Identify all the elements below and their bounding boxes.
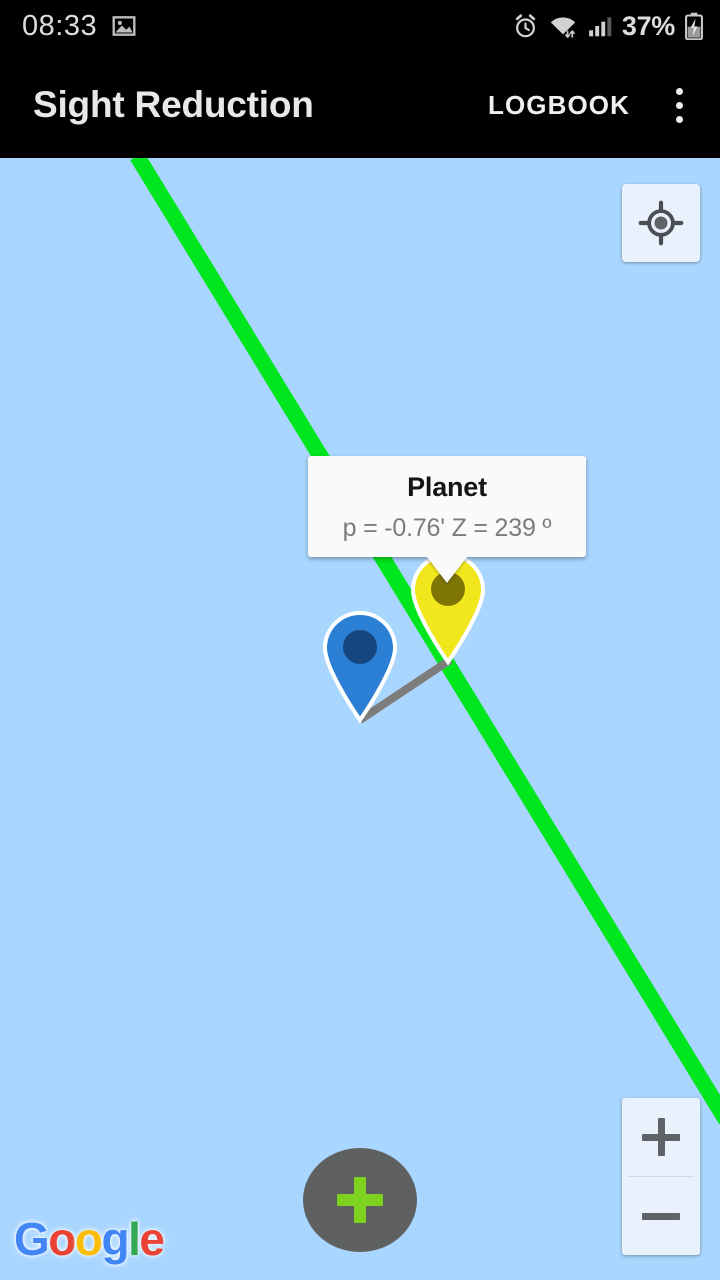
- map-canvas[interactable]: Planet p = -0.76' Z = 239 º Google: [0, 158, 720, 1280]
- overflow-dot-1: [675, 87, 683, 95]
- info-window-subtitle: p = -0.76' Z = 239 º: [342, 514, 552, 543]
- google-letter-2: o: [74, 1213, 103, 1265]
- status-bar-left: 08:33: [22, 10, 137, 43]
- status-bar: 08:33 37%: [0, 0, 720, 52]
- overflow-dot-2: [675, 101, 683, 109]
- zoom-controls: [622, 1098, 700, 1255]
- map-overlay-graphics: [130, 158, 720, 1125]
- google-letter-0: G: [14, 1213, 50, 1265]
- signal-icon: [589, 17, 612, 37]
- add-sight-button[interactable]: [303, 1148, 417, 1252]
- my-location-icon: [638, 200, 684, 246]
- alarm-icon: [515, 13, 536, 37]
- image-icon: [112, 16, 136, 36]
- line-of-position: [130, 158, 720, 1125]
- google-attribution-logo: Google: [14, 1212, 165, 1266]
- plus-icon: [337, 1177, 383, 1223]
- info-window-title: Planet: [407, 472, 487, 502]
- wifi-icon: [550, 16, 576, 38]
- phone-screen: 08:33 37% Sight Reduction LOGBOOK Planet…: [0, 0, 720, 1280]
- overflow-menu-icon[interactable]: [648, 74, 710, 136]
- google-letter-3: g: [101, 1213, 130, 1265]
- overflow-dot-3: [675, 115, 683, 123]
- status-bar-right: 37%: [512, 11, 704, 42]
- app-bar: Sight Reduction LOGBOOK: [0, 52, 720, 158]
- google-letter-5: e: [139, 1213, 165, 1265]
- my-location-button[interactable]: [622, 184, 700, 262]
- info-window-tail: [427, 557, 467, 584]
- battery-percent-label: 37%: [621, 10, 675, 41]
- google-letter-4: l: [128, 1213, 141, 1265]
- logbook-button[interactable]: LOGBOOK: [470, 76, 648, 135]
- zoom-out-button[interactable]: [622, 1177, 700, 1255]
- google-letter-1: o: [48, 1213, 76, 1265]
- page-title: Sight Reduction: [33, 84, 314, 125]
- app-bar-actions: LOGBOOK: [470, 74, 720, 136]
- zoom-in-button[interactable]: [622, 1098, 700, 1176]
- battery-charging-icon: [685, 12, 703, 40]
- status-clock: 08:33: [22, 9, 98, 42]
- marker-info-window[interactable]: Planet p = -0.76' Z = 239 º: [308, 456, 586, 584]
